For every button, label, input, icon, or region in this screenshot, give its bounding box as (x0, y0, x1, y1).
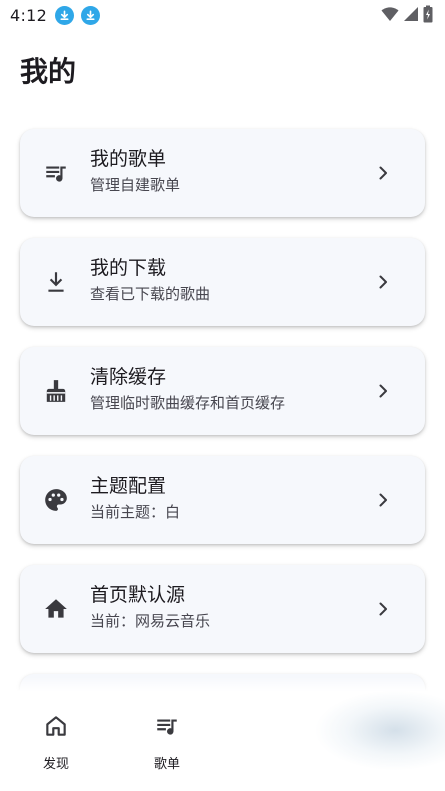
nav-glow (245, 681, 445, 791)
download-icon (42, 268, 70, 296)
nav-item-discover[interactable]: 发现 (26, 713, 86, 772)
card-my-playlists[interactable]: 我的歌单 管理自建歌单 (20, 129, 425, 217)
card-theme-config[interactable]: 主题配置 当前主题：白 (20, 456, 425, 544)
nav-fade (0, 677, 445, 691)
card-subtitle: 管理临时歌曲缓存和首页缓存 (90, 394, 286, 412)
download-notification-icon (55, 5, 75, 25)
card-text: 首页默认源 当前：网易云音乐 (90, 583, 210, 632)
card-subtitle: 当前主题：白 (90, 503, 181, 521)
chevron-right-icon (379, 275, 387, 289)
card-subtitle: 查看已下载的歌曲 (90, 285, 211, 303)
page-title: 我的 (20, 55, 77, 88)
status-indicators (381, 5, 433, 23)
playlist-icon (42, 159, 70, 187)
chevron-right-icon (379, 384, 387, 398)
status-bar: 4:12 (0, 0, 445, 30)
home-icon (42, 595, 70, 623)
signal-icon (404, 7, 418, 21)
nav-label: 发现 (42, 757, 69, 772)
card-title: 我的下载 (90, 257, 167, 279)
battery-charging-icon (423, 5, 433, 23)
screen: 4:12 我的 我的歌单 管理自建歌单 我的下载 查看已下载的歌曲 清除缓存 管… (0, 0, 445, 791)
card-text: 我的下载 查看已下载的歌曲 (90, 256, 210, 305)
nav-item-playlists[interactable]: 歌单 (137, 713, 197, 772)
card-clear-cache[interactable]: 清除缓存 管理临时歌曲缓存和首页缓存 (20, 347, 425, 435)
bottom-navigation: 发现 歌单 (0, 677, 445, 791)
chevron-right-icon (379, 493, 387, 507)
chevron-right-icon (379, 166, 387, 180)
home-outline-icon (46, 716, 66, 736)
status-time: 4:12 (10, 5, 48, 25)
card-my-downloads[interactable]: 我的下载 查看已下载的歌曲 (20, 238, 425, 326)
card-title: 首页默认源 (90, 584, 186, 606)
broom-icon (42, 377, 70, 405)
card-text: 主题配置 当前主题：白 (90, 474, 180, 523)
card-title: 清除缓存 (90, 366, 167, 388)
card-default-source[interactable]: 首页默认源 当前：网易云音乐 (20, 565, 425, 653)
card-title: 主题配置 (90, 475, 167, 497)
card-text: 我的歌单 管理自建歌单 (90, 147, 180, 196)
chevron-right-icon (379, 602, 387, 616)
palette-icon (42, 486, 70, 514)
download-notification-icon (81, 5, 101, 25)
playlist-icon (157, 719, 177, 735)
nav-label: 歌单 (153, 757, 180, 772)
card-subtitle: 当前：网易云音乐 (90, 612, 211, 630)
card-title: 我的歌单 (90, 148, 167, 170)
card-text: 清除缓存 管理临时歌曲缓存和首页缓存 (90, 365, 285, 414)
wifi-icon (381, 7, 399, 22)
card-subtitle: 管理自建歌单 (90, 176, 181, 194)
